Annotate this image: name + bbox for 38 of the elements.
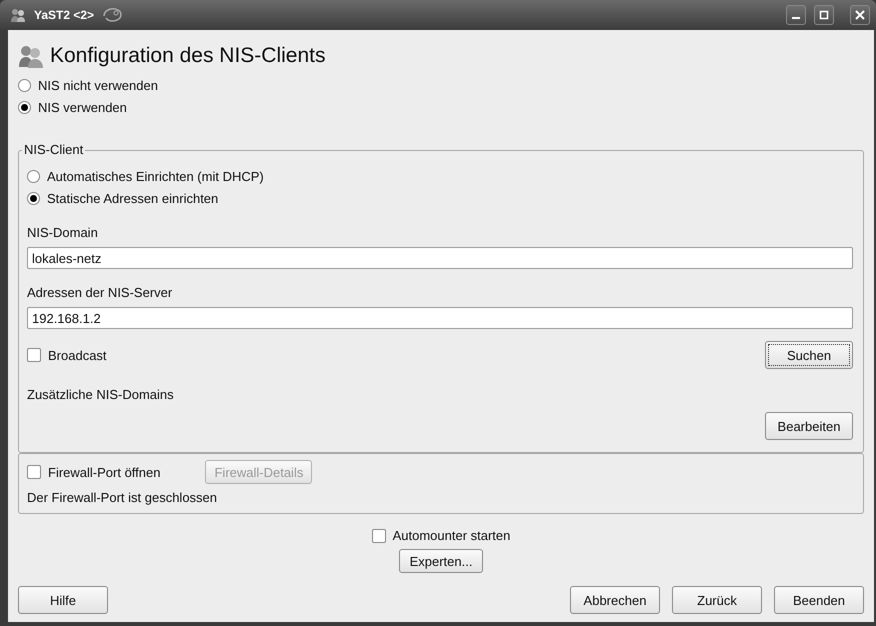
- group-title: NIS-Client: [22, 142, 86, 157]
- checkbox[interactable]: [27, 465, 41, 479]
- window-title: YaST2 <2>: [34, 8, 94, 22]
- server-field[interactable]: 192.168.1.2: [27, 307, 853, 329]
- page-heading: Konfiguration des NIS-Clients: [50, 44, 326, 68]
- checkbox-label: Automounter starten: [392, 528, 510, 543]
- edit-button[interactable]: Bearbeiten: [765, 412, 853, 440]
- radio-button[interactable]: [27, 192, 40, 204]
- domain-field[interactable]: lokales-netz: [27, 247, 853, 269]
- checkbox-label: Broadcast: [48, 348, 107, 362]
- section-label: Zusätzliche NIS-Domains: [27, 387, 175, 402]
- radio-button[interactable]: [18, 100, 31, 114]
- radio-label: NIS nicht verwenden: [38, 78, 158, 92]
- radio-label: Automatisches Einrichten (mit DHCP): [47, 168, 264, 184]
- checkbox[interactable]: [27, 348, 41, 362]
- people-icon: [18, 44, 44, 68]
- checkbox[interactable]: [372, 528, 386, 542]
- minimize-button[interactable]: [786, 5, 806, 25]
- maximize-button[interactable]: [814, 5, 834, 25]
- people-icon: [10, 7, 26, 23]
- minimize-icon: [792, 17, 800, 19]
- action-button[interactable]: Abbrechen: [570, 586, 660, 614]
- close-button[interactable]: [850, 5, 870, 25]
- checkbox-label: Firewall-Port öffnen: [48, 464, 160, 480]
- radio-button[interactable]: [18, 78, 31, 92]
- radio-label: NIS verwenden: [38, 100, 127, 114]
- close-icon: [855, 10, 865, 20]
- status-text: Der Firewall-Port ist geschlossen: [27, 490, 218, 505]
- field-label: NIS-Domain: [27, 225, 99, 241]
- radio-button[interactable]: [27, 170, 40, 182]
- experts-button[interactable]: Experten...: [398, 549, 484, 573]
- radio-label: Statische Adressen einrichten: [47, 190, 218, 206]
- maximize-icon: [819, 10, 829, 20]
- action-button[interactable]: Zurück: [672, 586, 762, 614]
- action-button[interactable]: Beenden: [774, 586, 864, 614]
- search-button[interactable]: Suchen: [765, 341, 853, 369]
- help-button[interactable]: Hilfe: [18, 586, 108, 614]
- field-label: Adressen der NIS-Server: [27, 285, 174, 301]
